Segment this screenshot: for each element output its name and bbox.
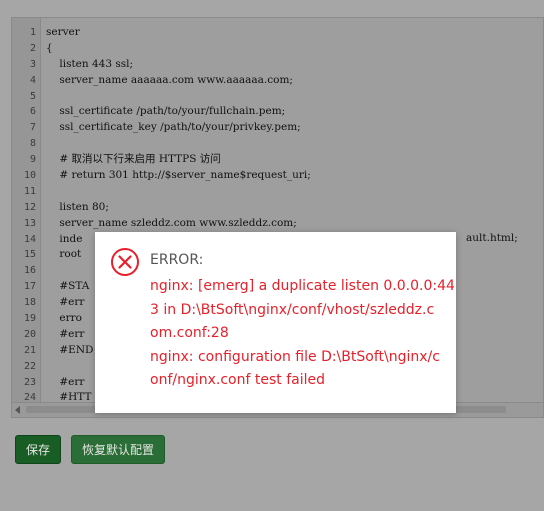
- line-number: 22: [23, 360, 36, 372]
- line-number: 7: [29, 122, 36, 134]
- scroll-left-arrow-icon[interactable]: [15, 406, 20, 414]
- code-text: #err: [46, 327, 85, 340]
- line-number: 18: [23, 297, 36, 309]
- code-line[interactable]: 13 server_name szleddz.com www.szleddz.c…: [12, 216, 543, 232]
- error-message-line: nginx: configuration file D:\BtSoft\ngin…: [150, 348, 440, 365]
- code-text: #err: [46, 375, 85, 388]
- line-number: 1: [29, 27, 36, 38]
- code-line-fragment: ault.html;: [466, 232, 518, 244]
- code-text: listen 80;: [46, 200, 109, 213]
- line-number: 8: [29, 138, 36, 150]
- line-number: 21: [23, 344, 36, 356]
- line-number: 9: [29, 154, 36, 166]
- line-number: 15: [23, 249, 36, 261]
- code-text: # return 301 http://$server_name$request…: [46, 169, 311, 182]
- code-line[interactable]: 1 server: [12, 25, 543, 41]
- line-number: 10: [23, 170, 36, 182]
- line-number: 3: [29, 58, 36, 70]
- code-text: server_name szleddz.com www.szleddz.com;: [46, 216, 297, 229]
- code-text: erro: [46, 312, 82, 325]
- code-line[interactable]: 12 listen 80;: [12, 200, 543, 216]
- line-number: 6: [29, 106, 36, 118]
- code-text: server: [46, 26, 80, 38]
- code-line[interactable]: 10 # return 301 http://$server_name$requ…: [12, 168, 543, 184]
- error-dialog: ERROR: nginx: [emerg] a duplicate listen…: [95, 232, 456, 413]
- code-line[interactable]: 8: [12, 136, 543, 152]
- code-text: #STA: [46, 280, 90, 293]
- code-line[interactable]: 7 ssl_certificate_key /path/to/your/priv…: [12, 120, 543, 136]
- code-line[interactable]: 11: [12, 184, 543, 200]
- code-line[interactable]: 3 listen 443 ssl;: [12, 57, 543, 73]
- line-number: 13: [23, 217, 36, 229]
- line-number: 2: [29, 42, 36, 54]
- code-line[interactable]: 4 server_name aaaaaa.com www.aaaaaa.com;: [12, 73, 543, 89]
- code-text: ssl_certificate /path/to/your/fullchain.…: [46, 105, 286, 118]
- line-number: 5: [29, 90, 36, 102]
- code-text: listen 443 ssl;: [46, 57, 134, 70]
- code-text: {: [46, 41, 53, 54]
- line-number: 20: [23, 328, 36, 340]
- code-text: #err: [46, 296, 85, 309]
- error-circle-x-icon: [111, 248, 139, 276]
- line-number: 23: [23, 376, 36, 388]
- line-number: 4: [29, 74, 36, 86]
- code-text: ssl_certificate_key /path/to/your/privke…: [46, 121, 301, 134]
- line-number: 19: [23, 313, 36, 325]
- save-button[interactable]: 保存: [15, 435, 61, 464]
- error-message-line: 3 in D:\BtSoft\nginx/conf/vhost/szleddz.…: [150, 301, 435, 318]
- error-message-line: nginx: [emerg] a duplicate listen 0.0.0.…: [150, 278, 455, 294]
- code-line[interactable]: 2{: [12, 41, 543, 57]
- code-text: inde: [46, 232, 83, 245]
- code-line[interactable]: 5: [12, 89, 543, 105]
- line-number: 11: [23, 185, 36, 197]
- code-line[interactable]: 6 ssl_certificate /path/to/your/fullchai…: [12, 104, 543, 120]
- dialog-title: ERROR:: [150, 252, 204, 268]
- code-text: # 取消以下行来启用 HTTPS 访问: [46, 153, 221, 166]
- code-text: root: [46, 248, 82, 261]
- code-line[interactable]: 9 # 取消以下行来启用 HTTPS 访问: [12, 152, 543, 168]
- line-number: 14: [23, 233, 36, 245]
- error-message-line: om.conf:28: [150, 325, 229, 342]
- line-number: 17: [23, 281, 36, 293]
- error-message: nginx: [emerg] a duplicate listen 0.0.0.…: [150, 275, 455, 393]
- code-text: #END: [46, 343, 94, 356]
- code-text: server_name aaaaaa.com www.aaaaaa.com;: [46, 73, 293, 86]
- restore-default-config-button[interactable]: 恢复默认配置: [71, 435, 165, 464]
- line-number: 16: [23, 265, 36, 277]
- line-number: 12: [23, 201, 36, 213]
- error-message-line: onf/nginx.conf test failed: [150, 372, 325, 389]
